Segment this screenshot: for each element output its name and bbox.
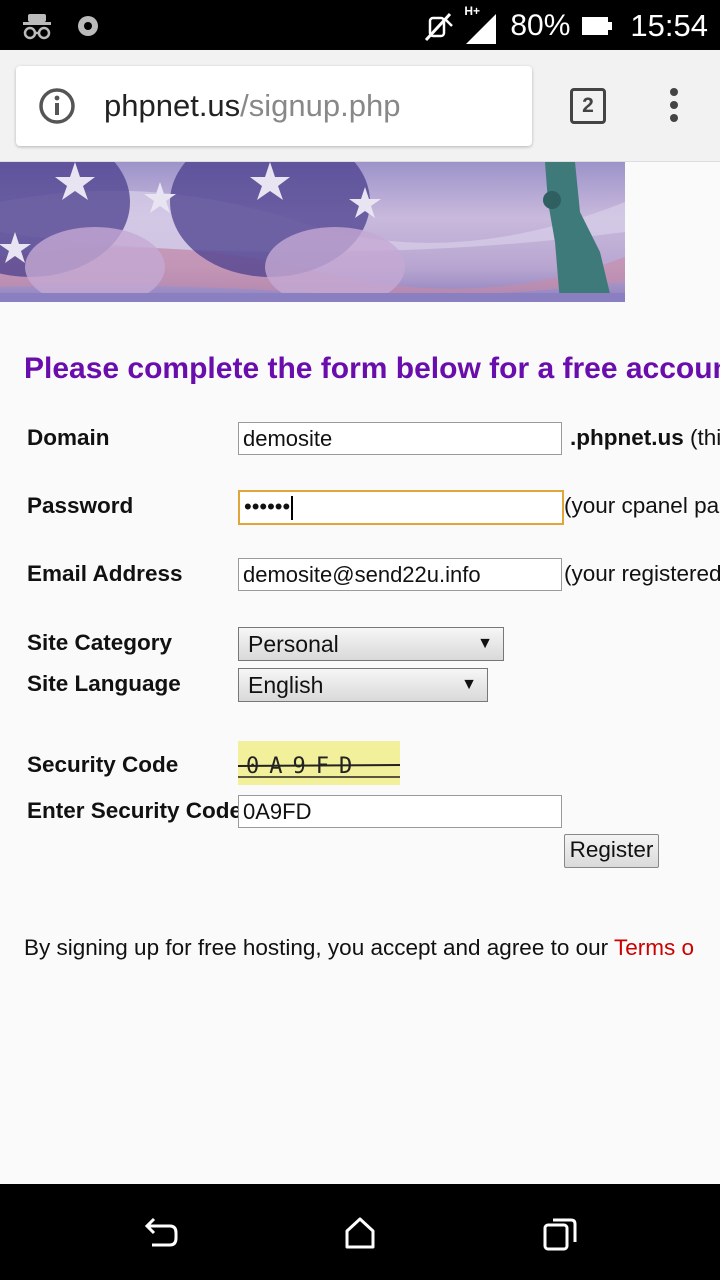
dropdown-arrow-icon: ▼ (461, 676, 477, 693)
sync-icon (78, 16, 98, 36)
email-note: (your registered (564, 561, 720, 586)
site-language-value: English (248, 672, 324, 698)
address-bar[interactable]: phpnet.us/signup.php (16, 66, 532, 146)
android-nav-bar (0, 1184, 720, 1280)
info-icon[interactable] (38, 87, 76, 125)
tab-switcher-button[interactable]: 2 (570, 88, 606, 124)
battery-percent: 80% (510, 9, 571, 42)
email-input[interactable]: demosite@send22u.info (238, 558, 562, 591)
browser-toolbar: phpnet.us/signup.php 2 (0, 50, 720, 162)
battery-icon (582, 17, 613, 35)
password-note: (your cpanel pa (564, 493, 720, 518)
home-icon[interactable] (340, 1214, 380, 1254)
password-label: Password (27, 493, 134, 518)
domain-label: Domain (27, 425, 110, 450)
domain-suffix-text: .phpnet.us (570, 425, 684, 450)
dropdown-arrow-icon: ▼ (477, 635, 493, 652)
recent-apps-icon[interactable] (540, 1214, 580, 1254)
url-host: phpnet.us (104, 88, 241, 123)
url-text[interactable]: phpnet.us/signup.php (104, 86, 400, 126)
email-label: Email Address (27, 561, 183, 586)
header-banner-image (0, 162, 625, 302)
flag-banner-graphic (0, 162, 625, 302)
signal-indicator: H+ (464, 4, 500, 44)
terms-agreement: By signing up for free hosting, you acce… (24, 935, 694, 961)
terms-agreement-text: By signing up for free hosting, you acce… (24, 935, 614, 960)
status-bar: H+ 80% 15:54 (0, 0, 720, 50)
site-category-label: Site Category (27, 630, 173, 655)
site-language-label: Site Language (27, 671, 181, 696)
captcha-image: 0A9FD (237, 741, 401, 785)
form-heading: Please complete the form below for a fre… (24, 352, 720, 385)
site-category-select[interactable]: Personal ▼ (238, 627, 504, 661)
domain-note: (thi (690, 425, 720, 450)
text-cursor (291, 496, 294, 521)
domain-suffix: .phpnet.us (thi (570, 425, 720, 451)
clock: 15:54 (630, 8, 708, 43)
site-category-value: Personal (248, 631, 339, 657)
enter-security-code-label: Enter Security Code (27, 798, 243, 823)
mute-icon (425, 12, 454, 42)
status-left (22, 12, 100, 40)
back-icon[interactable] (140, 1214, 180, 1254)
domain-input[interactable]: demosite (238, 422, 562, 455)
overflow-menu-icon[interactable] (664, 88, 684, 128)
url-path: /signup.php (240, 88, 401, 123)
password-value: •••••• (244, 494, 291, 519)
status-right: H+ 80% 15:54 (424, 4, 708, 46)
password-input[interactable]: •••••• (238, 490, 564, 525)
terms-link[interactable]: Terms o (614, 935, 694, 960)
captcha-graphic: 0A9FD (237, 754, 401, 779)
security-code-input[interactable]: 0A9FD (238, 795, 562, 828)
register-button[interactable]: Register (564, 834, 659, 868)
security-code-label: Security Code (27, 752, 179, 777)
incognito-icon (23, 14, 51, 40)
signal-icon (466, 14, 497, 44)
site-language-select[interactable]: English ▼ (238, 668, 488, 702)
